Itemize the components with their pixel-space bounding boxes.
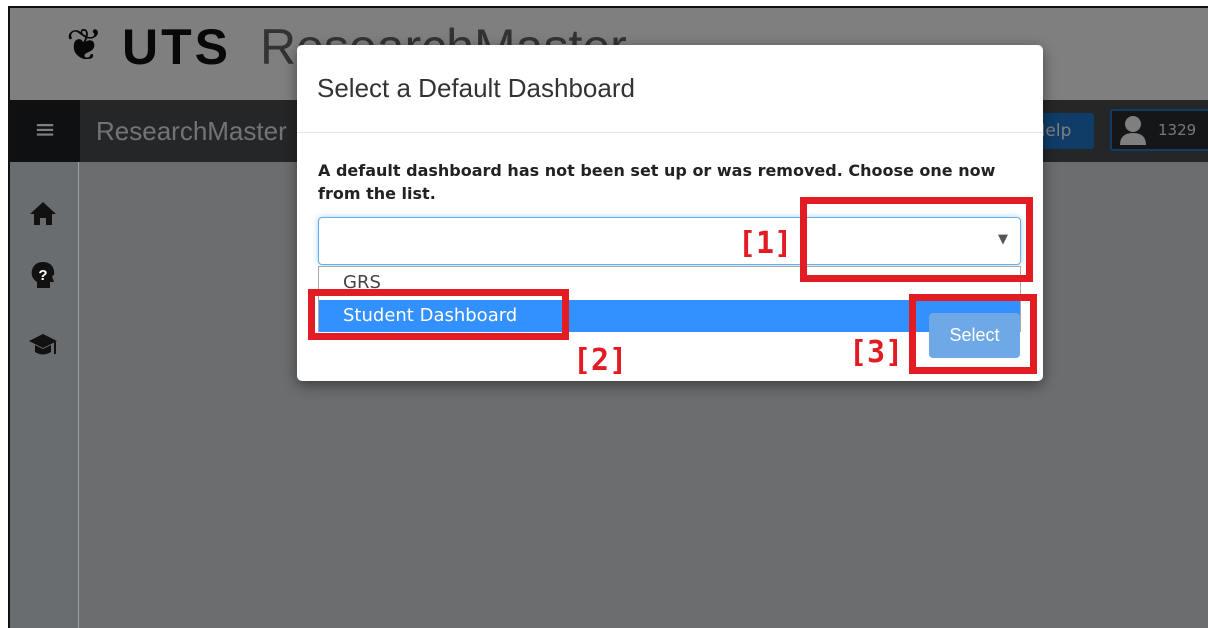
modal-title: Select a Default Dashboard [317,73,635,103]
svg-text:?: ? [38,267,47,284]
graduation-cap-icon[interactable] [28,330,58,360]
home-icon[interactable] [28,198,58,228]
sidebar: ? [10,162,79,628]
annotation-box-2 [308,289,569,340]
help-circle-icon[interactable]: ? [28,260,58,290]
annotation-label-1: [1] [738,226,793,261]
annotation-box-3 [909,294,1037,374]
modal-header: Select a Default Dashboard [297,45,1043,133]
annotation-label-3: [3] [849,335,904,370]
annotation-box-1 [800,197,1033,282]
annotation-label-2: [2] [573,343,628,378]
